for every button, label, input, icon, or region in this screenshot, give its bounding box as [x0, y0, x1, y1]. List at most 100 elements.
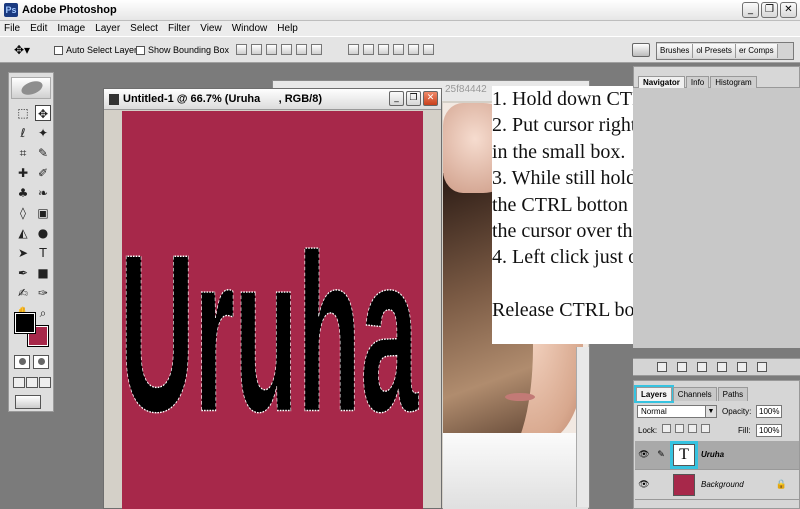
- menu-filter[interactable]: Filter: [168, 23, 190, 34]
- layers-panel-tabs: Layers Channels Paths: [634, 385, 749, 403]
- eraser-tool-icon[interactable]: ◊: [15, 205, 31, 221]
- healing-brush-tool-icon[interactable]: ✚: [15, 165, 31, 181]
- eye-icon[interactable]: 👁: [638, 449, 650, 461]
- tab-navigator[interactable]: Navigator: [638, 76, 685, 88]
- align-bottom-icon[interactable]: [266, 44, 277, 55]
- blend-mode-select[interactable]: Normal ▼: [637, 405, 717, 418]
- auto-select-layer-checkbox[interactable]: Auto Select Layer: [54, 45, 137, 55]
- close-button[interactable]: ✕: [780, 2, 797, 18]
- menu-edit[interactable]: Edit: [30, 23, 47, 34]
- lock-position-icon[interactable]: [688, 424, 697, 433]
- align-top-icon[interactable]: [236, 44, 247, 55]
- eyedropper-tool-icon[interactable]: ✑: [35, 285, 51, 301]
- trash-icon[interactable]: [757, 362, 767, 372]
- move-tool-icon[interactable]: ✥: [35, 105, 51, 121]
- layer-name-uruha[interactable]: Uruha: [701, 450, 724, 459]
- blur-tool-icon[interactable]: ◭: [15, 225, 31, 241]
- history-brush-tool-icon[interactable]: ❧: [35, 185, 51, 201]
- doc-close-button[interactable]: ✕: [423, 91, 438, 106]
- fill-input[interactable]: 100%: [756, 424, 782, 437]
- adobe-feather-icon[interactable]: [11, 77, 51, 99]
- tab-layers[interactable]: Layers: [634, 385, 674, 403]
- tab-info[interactable]: Info: [685, 76, 710, 88]
- standard-screen-icon[interactable]: [13, 377, 25, 388]
- marquee-tool-icon[interactable]: ⬚: [15, 105, 31, 121]
- auto-select-checkbox-box[interactable]: [54, 45, 63, 55]
- full-screen-icon[interactable]: [39, 377, 51, 388]
- photoshop-app-icon: Ps: [4, 3, 18, 17]
- distribute-left-icon[interactable]: [393, 44, 404, 55]
- show-bounding-box-checkbox[interactable]: Show Bounding Box: [136, 45, 229, 55]
- well-tab-brushes[interactable]: Brushes: [657, 44, 694, 58]
- well-tab-layer-comps[interactable]: er Comps: [735, 44, 778, 58]
- full-screen-menu-icon[interactable]: [26, 377, 38, 388]
- menu-image[interactable]: Image: [57, 23, 85, 34]
- pen-tool-icon[interactable]: ✒: [15, 265, 31, 281]
- gradient-tool-icon[interactable]: ▣: [35, 205, 51, 221]
- menu-window[interactable]: Window: [232, 23, 268, 34]
- main-document-window[interactable]: Untitled-1 @ 66.7% (Uruha , RGB/8) _ ❐ ✕…: [103, 88, 442, 509]
- layer-row-uruha[interactable]: 👁 ✎ T Uruha: [635, 441, 799, 470]
- menu-layer[interactable]: Layer: [95, 23, 120, 34]
- record-icon[interactable]: [677, 362, 687, 372]
- lasso-tool-icon[interactable]: ℓ: [15, 125, 31, 141]
- distribute-top-icon[interactable]: [348, 44, 359, 55]
- new-action-icon[interactable]: [737, 362, 747, 372]
- menu-file[interactable]: File: [4, 23, 20, 34]
- vertical-scrollbar[interactable]: [576, 347, 589, 507]
- bounding-box-checkbox-box[interactable]: [136, 45, 145, 55]
- tab-paths[interactable]: Paths: [717, 387, 749, 401]
- distribute-hcenter-icon[interactable]: [408, 44, 419, 55]
- doc-restore-button[interactable]: ❐: [406, 91, 421, 106]
- layer-name-background[interactable]: Background: [701, 480, 744, 489]
- distribute-right-icon[interactable]: [423, 44, 434, 55]
- align-vcenter-icon[interactable]: [251, 44, 262, 55]
- align-left-icon[interactable]: [281, 44, 292, 55]
- brush-tool-icon[interactable]: ✐: [35, 165, 51, 181]
- clone-stamp-tool-icon[interactable]: ♣: [15, 185, 31, 201]
- restore-button[interactable]: ❐: [761, 2, 778, 18]
- jump-to-imageready-icon[interactable]: [15, 395, 41, 409]
- align-hcenter-icon[interactable]: [296, 44, 307, 55]
- path-selection-tool-icon[interactable]: ➤: [15, 245, 31, 261]
- background-layer-thumbnail[interactable]: [673, 474, 695, 496]
- lock-image-icon[interactable]: [675, 424, 684, 433]
- lock-transparent-icon[interactable]: [662, 424, 671, 433]
- stop-icon[interactable]: [657, 362, 667, 372]
- zoom-tool-icon[interactable]: ⌕: [35, 305, 51, 321]
- layer-row-background[interactable]: 👁 Background 🔒: [635, 471, 799, 500]
- menu-select[interactable]: Select: [130, 23, 158, 34]
- distribute-bottom-icon[interactable]: [378, 44, 389, 55]
- crop-tool-icon[interactable]: ⌗: [15, 145, 31, 161]
- standard-mode-icon[interactable]: [14, 355, 30, 369]
- main-document-titlebar[interactable]: Untitled-1 @ 66.7% (Uruha , RGB/8) _ ❐ ✕: [104, 89, 441, 110]
- tab-histogram[interactable]: Histogram: [710, 76, 757, 88]
- play-icon[interactable]: [697, 362, 707, 372]
- minimize-button[interactable]: _: [742, 2, 759, 18]
- doc-minimize-button[interactable]: _: [389, 91, 404, 106]
- slice-tool-icon[interactable]: ✎: [35, 145, 51, 161]
- type-tool-icon[interactable]: T: [35, 245, 51, 261]
- new-set-icon[interactable]: [717, 362, 727, 372]
- lock-all-icon[interactable]: [701, 424, 710, 433]
- magic-wand-tool-icon[interactable]: ✦: [35, 125, 51, 141]
- chevron-down-icon[interactable]: ▼: [705, 406, 716, 417]
- align-right-icon[interactable]: [311, 44, 322, 55]
- file-browser-icon[interactable]: [632, 43, 650, 57]
- notes-tool-icon[interactable]: ✍: [15, 285, 31, 301]
- foreground-color-swatch[interactable]: [14, 312, 36, 334]
- distribute-vcenter-icon[interactable]: [363, 44, 374, 55]
- tab-channels[interactable]: Channels: [672, 387, 717, 401]
- brush-icon[interactable]: ✎: [655, 449, 667, 461]
- dodge-tool-icon[interactable]: ●: [35, 225, 51, 241]
- eye-icon[interactable]: 👁: [638, 479, 650, 491]
- document-canvas[interactable]: Uruha: [122, 111, 423, 509]
- shape-tool-icon[interactable]: ■: [35, 265, 51, 281]
- well-tab-tool-presets[interactable]: ol Presets: [693, 44, 736, 58]
- opacity-input[interactable]: 100%: [756, 405, 782, 418]
- quick-mask-mode-icon[interactable]: [33, 355, 49, 369]
- type-layer-thumbnail[interactable]: T: [670, 441, 698, 469]
- menu-view[interactable]: View: [200, 23, 222, 34]
- menu-help[interactable]: Help: [277, 23, 298, 34]
- move-tool-icon[interactable]: ✥▾: [14, 43, 38, 57]
